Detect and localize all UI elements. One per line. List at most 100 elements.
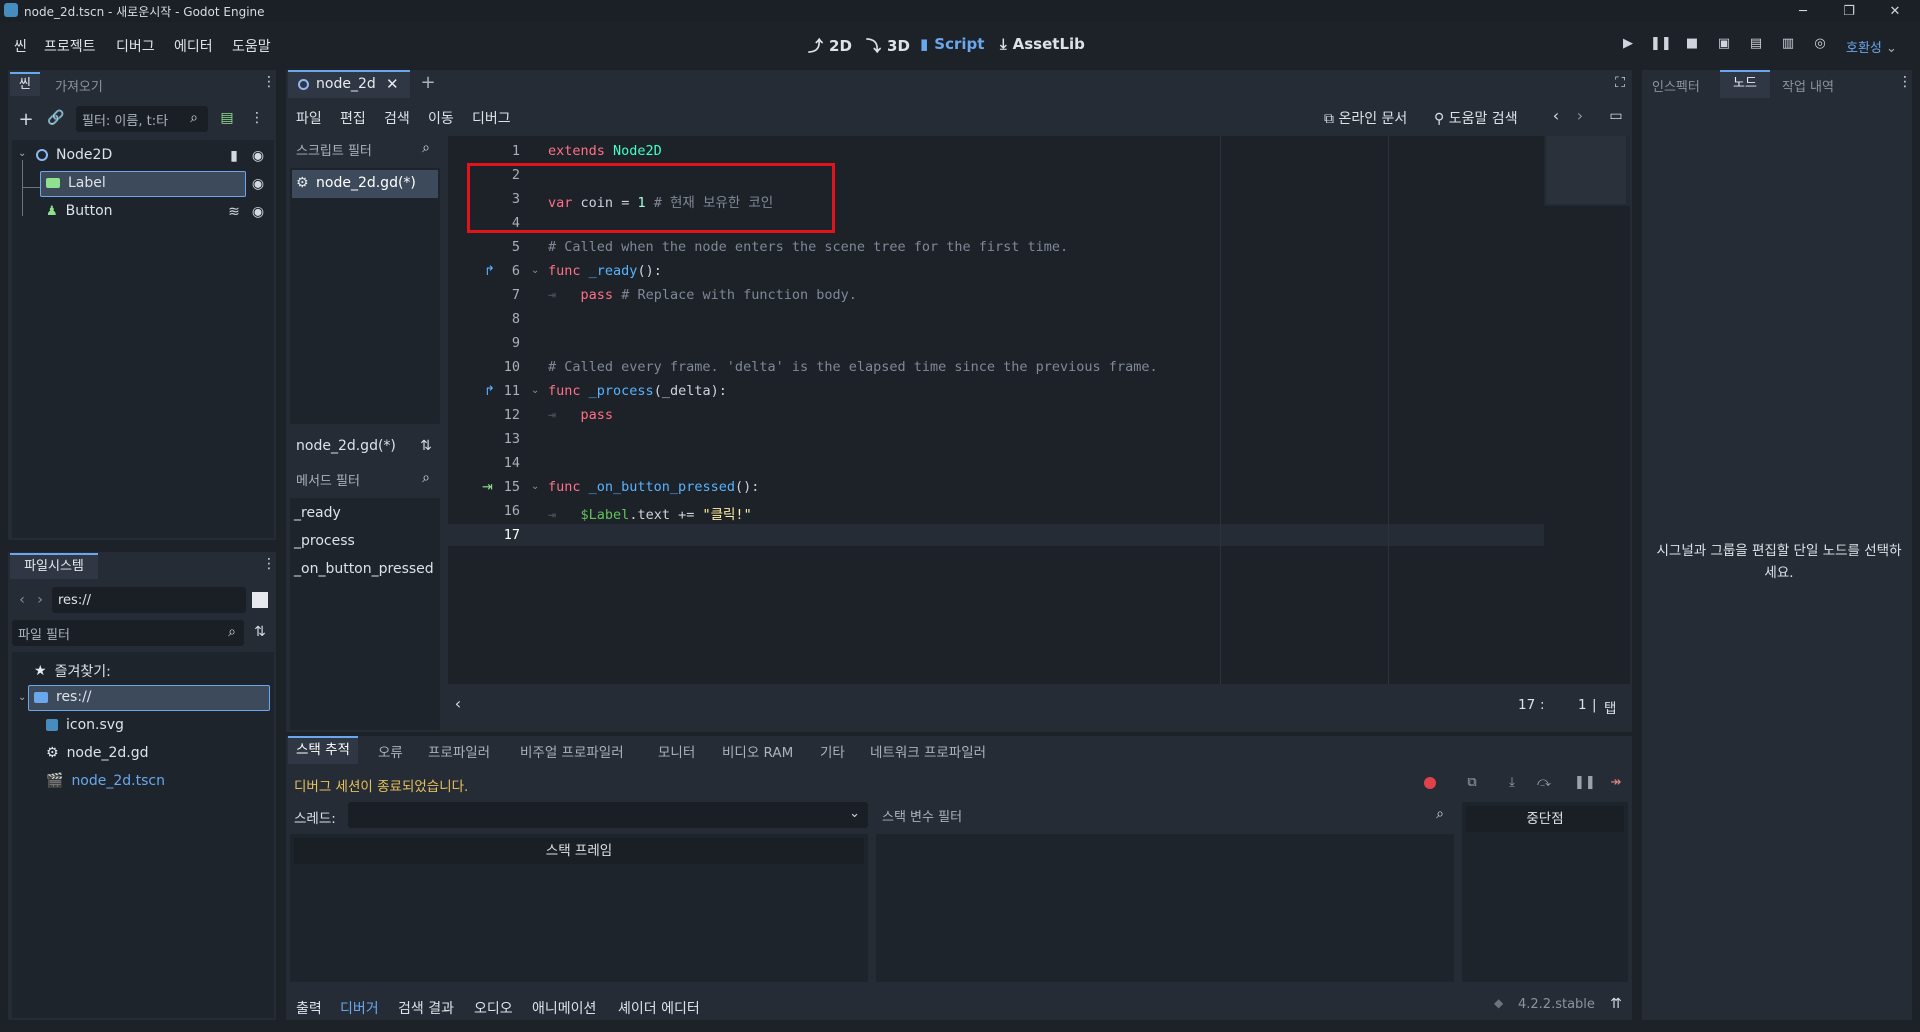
file-row[interactable]: res:// <box>34 689 92 705</box>
editor-menu-search[interactable]: 검색 <box>384 108 410 128</box>
visibility-eye-icon[interactable]: ◉ <box>250 148 266 164</box>
sort-icon[interactable]: ⇅ <box>252 624 268 640</box>
visibility-eye-icon[interactable]: ◉ <box>250 204 266 220</box>
add-tab-icon[interactable]: + <box>420 72 436 93</box>
remote-debug-icon[interactable]: ▣ <box>1714 36 1734 54</box>
play-custom-scene-icon[interactable]: ▥ <box>1778 36 1798 54</box>
tab-visual-profiler[interactable]: 비주얼 프로파일러 <box>520 741 624 761</box>
script-attached-icon[interactable]: ▮ <box>226 148 242 164</box>
close-window-button[interactable]: ✕ <box>1872 0 1918 22</box>
renderer-select[interactable]: 호환성 ⌄ <box>1846 37 1897 56</box>
tab-history[interactable]: 작업 내역 <box>1782 76 1834 95</box>
override-icon[interactable]: ↱ <box>484 384 495 399</box>
bottom-tab-audio[interactable]: 오디오 <box>474 998 513 1018</box>
back-icon[interactable]: ‹ <box>16 592 28 608</box>
copy-icon[interactable]: ⧉ <box>1462 775 1482 790</box>
script-filter-input[interactable]: 스크립트 필터 <box>290 136 438 162</box>
link-icon[interactable]: 🔗 <box>46 110 66 126</box>
signal-connection-icon[interactable]: ⇥ <box>482 480 493 495</box>
sort-icon[interactable]: ⇅ <box>418 438 434 454</box>
fold-arrow-icon[interactable]: ⌄ <box>531 385 539 396</box>
indent-mode[interactable]: 탭 <box>1604 697 1616 717</box>
scene-node-row[interactable]: Node2D <box>36 147 112 163</box>
tab-import[interactable]: 가져오기 <box>55 76 103 95</box>
editor-menu-goto[interactable]: 이동 <box>428 108 454 128</box>
help-search-button[interactable]: ⚲ 도움말 검색 <box>1434 108 1518 128</box>
toggle-scripts-panel-icon[interactable]: ‹ <box>452 694 464 713</box>
bottom-tab-search-results[interactable]: 검색 결과 <box>398 998 454 1018</box>
scene-node-row[interactable]: Label <box>46 175 106 191</box>
path-input[interactable]: res:// <box>52 587 246 613</box>
split-view-icon[interactable] <box>252 592 268 608</box>
play-scene-icon[interactable]: ▤ <box>1746 36 1766 54</box>
thread-select[interactable]: ⌄ <box>348 802 868 828</box>
mode-assetlib-button[interactable]: ⤓ AssetLib <box>1000 35 1085 53</box>
method-item[interactable]: _on_button_pressed <box>294 561 434 577</box>
menu-debug[interactable]: 디버그 <box>116 36 155 56</box>
continue-icon[interactable]: ↠ <box>1606 775 1626 790</box>
tab-errors[interactable]: 오류 <box>378 741 403 761</box>
bottom-tab-output[interactable]: 출력 <box>296 998 322 1018</box>
pause-icon[interactable]: ❚❚ <box>1650 36 1672 54</box>
scene-node-row[interactable]: ♟ Button <box>46 203 113 219</box>
history-back-icon[interactable]: ‹ <box>1550 106 1562 125</box>
scene-menu-icon[interactable]: ⋮ <box>250 110 264 126</box>
tab-node-2d[interactable]: node_2d ✕ <box>288 70 410 98</box>
dock-menu-icon[interactable]: ⋮ <box>1898 74 1912 90</box>
tab-filesystem[interactable]: 파일시스템 <box>10 553 98 579</box>
menu-help[interactable]: 도움말 <box>232 36 271 56</box>
expand-panel-icon[interactable]: ⇈ <box>1608 996 1624 1012</box>
method-item[interactable]: _process <box>294 533 355 549</box>
menu-editor[interactable]: 에디터 <box>174 36 213 56</box>
stop-icon[interactable]: ■ <box>1682 36 1702 54</box>
toggle-panel-icon[interactable]: ▭ <box>1608 108 1624 124</box>
menu-scene[interactable]: 씬 <box>14 36 27 56</box>
script-list-item[interactable]: ⚙ node_2d.gd(*) <box>292 170 438 198</box>
bottom-tab-shader-editor[interactable]: 셰이더 에디터 <box>618 998 700 1018</box>
mode-2d-button[interactable]: ⤴ 2D <box>808 35 852 56</box>
step-over-icon[interactable]: ⤼ <box>1534 775 1554 790</box>
editor-menu-edit[interactable]: 편집 <box>340 108 366 128</box>
online-docs-button[interactable]: ⧉ 온라인 문서 <box>1324 108 1407 128</box>
break-icon[interactable]: ❚❚ <box>1574 775 1596 790</box>
editor-menu-file[interactable]: 파일 <box>296 108 322 128</box>
play-icon[interactable]: ▶ <box>1618 36 1638 54</box>
tab-network-profiler[interactable]: 네트워크 프로파일러 <box>870 741 986 761</box>
signal-icon[interactable]: ≋ <box>226 204 242 220</box>
record-icon[interactable] <box>1424 777 1436 789</box>
tab-node[interactable]: 노드 <box>1720 70 1770 98</box>
tab-scene[interactable]: 씬 <box>10 72 40 96</box>
tab-video-ram[interactable]: 비디오 RAM <box>722 741 793 761</box>
tab-monitor[interactable]: 모니터 <box>658 741 695 761</box>
collapse-arrow-icon[interactable]: ⌄ <box>18 148 26 159</box>
file-filter-input[interactable]: 파일 필터 <box>12 620 244 646</box>
dock-menu-icon[interactable]: ⋮ <box>262 556 276 572</box>
maximize-button[interactable]: ❐ <box>1826 0 1872 22</box>
file-row[interactable]: icon.svg <box>46 717 124 733</box>
editor-menu-debug[interactable]: 디버그 <box>472 108 511 128</box>
movie-maker-icon[interactable]: ◎ <box>1810 36 1830 54</box>
dock-menu-icon[interactable]: ⋮ <box>262 74 276 90</box>
collapse-arrow-icon[interactable]: ⌄ <box>18 692 26 703</box>
step-into-icon[interactable]: ⤓ <box>1502 775 1522 790</box>
minimize-button[interactable]: ─ <box>1780 0 1826 22</box>
visibility-eye-icon[interactable]: ◉ <box>250 176 266 192</box>
file-row[interactable]: 🎬 node_2d.tscn <box>46 773 165 789</box>
bottom-tab-animation[interactable]: 애니메이션 <box>532 998 596 1018</box>
tab-stack-trace[interactable]: 스택 추적 <box>288 736 358 764</box>
method-filter-input[interactable]: 메서드 필터 <box>290 466 438 492</box>
fold-arrow-icon[interactable]: ⌄ <box>531 481 539 492</box>
bottom-tab-debugger[interactable]: 디버거 <box>340 998 379 1018</box>
tab-inspector[interactable]: 인스펙터 <box>1652 76 1700 95</box>
menu-project[interactable]: 프로젝트 <box>44 36 96 56</box>
attach-script-icon[interactable]: ▤ <box>218 110 236 126</box>
forward-icon[interactable]: › <box>34 592 46 608</box>
mode-3d-button[interactable]: ⤵ 3D <box>866 35 910 56</box>
fullscreen-icon[interactable]: ⛶ <box>1612 75 1628 91</box>
history-forward-icon[interactable]: › <box>1574 106 1586 125</box>
add-node-icon[interactable]: + <box>16 109 36 130</box>
tab-profiler[interactable]: 프로파일러 <box>428 741 490 761</box>
minimap[interactable] <box>1544 136 1630 206</box>
file-row[interactable]: ⚙ node_2d.gd <box>46 745 149 761</box>
tab-misc[interactable]: 기타 <box>820 741 845 761</box>
